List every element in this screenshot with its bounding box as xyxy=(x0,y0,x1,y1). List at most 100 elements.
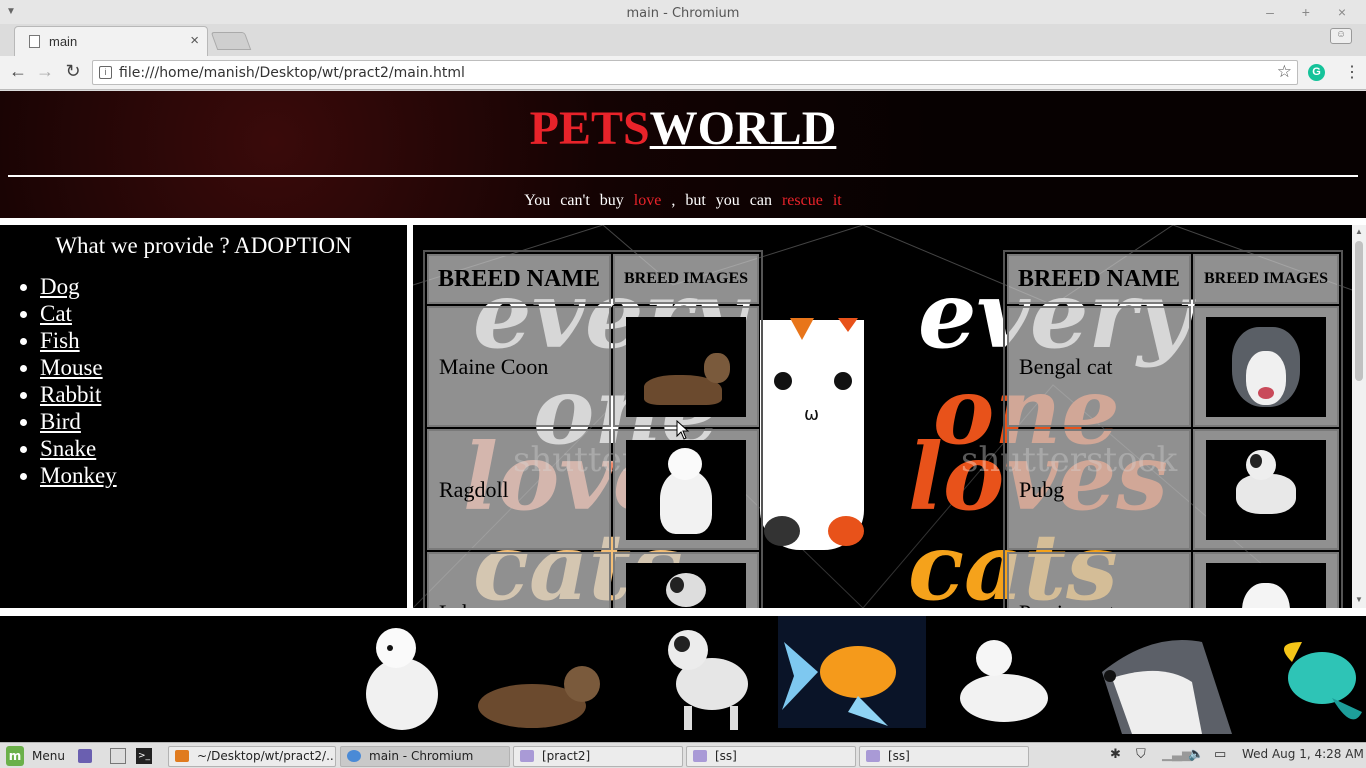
link-fish[interactable]: Fish xyxy=(40,328,80,353)
sidebar-menu: What we provide ? ADOPTION Dog Cat Fish … xyxy=(0,225,407,608)
breed-name: Pubg xyxy=(1007,429,1191,550)
battery-icon[interactable]: ▭ xyxy=(1214,747,1226,762)
mouse-cursor-icon xyxy=(676,420,690,440)
scroll-down-icon[interactable]: ▼ xyxy=(1355,595,1363,604)
back-arrow-icon[interactable]: ← xyxy=(7,61,29,82)
sidebar-title: What we provide ? ADOPTION xyxy=(55,233,352,258)
folder-icon xyxy=(693,750,707,762)
bookmark-star-icon[interactable]: ☆ xyxy=(1277,62,1292,82)
address-bar[interactable]: i file:///home/manish/Desktop/wt/pract2/… xyxy=(92,60,1298,85)
breed-name: Bengal cat xyxy=(1007,306,1191,427)
list-item: Dog xyxy=(40,273,117,300)
tab-main[interactable]: main × xyxy=(14,26,208,56)
scroll-up-icon[interactable]: ▲ xyxy=(1355,227,1363,236)
list-item: Cat xyxy=(40,300,117,327)
link-monkey[interactable]: Monkey xyxy=(40,463,117,488)
tab-strip: main × ☺ xyxy=(0,24,1366,56)
browser-menu-icon[interactable]: ⋮ xyxy=(1344,62,1360,82)
profile-icon[interactable]: ☺ xyxy=(1330,28,1352,44)
link-dog[interactable]: Dog xyxy=(40,274,80,299)
link-rabbit[interactable]: Rabbit xyxy=(40,382,101,407)
maine-coon-image xyxy=(626,316,746,417)
column-header-breed-name: BREED NAME xyxy=(427,254,611,304)
list-item: Snake xyxy=(40,435,117,462)
gallery-husky-image xyxy=(1102,640,1232,734)
breed-content: every one loves cats every one loves cat… xyxy=(413,225,1366,608)
info-icon[interactable]: i xyxy=(99,66,112,79)
gallery-goldfish-image xyxy=(778,616,926,728)
table-row: Persian cat xyxy=(1007,552,1339,608)
breed-name: Lab xyxy=(427,552,611,608)
grammarly-extension-icon[interactable]: G xyxy=(1308,64,1325,81)
cat-mascot-illustration: ω xyxy=(760,318,864,550)
tagline: You can't buy love , but you can rescue … xyxy=(0,192,1366,210)
scrollbar-thumb[interactable] xyxy=(1355,241,1363,381)
forward-arrow-icon[interactable]: → xyxy=(34,61,56,82)
tagline-part: You can't buy xyxy=(524,192,634,209)
spotted-puppy-image xyxy=(1206,439,1326,540)
tagline-highlight: rescue it xyxy=(781,192,842,209)
table-header-row: BREED NAME BREED IMAGES xyxy=(427,254,759,304)
list-item: Fish xyxy=(40,327,117,354)
link-cat[interactable]: Cat xyxy=(40,301,72,326)
reload-icon[interactable]: ↻ xyxy=(62,61,84,82)
tagline-highlight: love xyxy=(633,192,662,209)
gallery-white-cat-image xyxy=(960,640,1048,722)
table-header-row: BREED NAME BREED IMAGES xyxy=(1007,254,1339,304)
taskbar-window-folder[interactable]: [ss] xyxy=(686,746,856,767)
breed-table-right: BREED NAME BREED IMAGES Bengal cat Pubg xyxy=(1003,250,1343,608)
breed-image-cell xyxy=(1193,429,1339,550)
taskbar-window-label: ~/Desktop/wt/pract2/... xyxy=(197,749,336,763)
taskbar-window-terminal[interactable]: ~/Desktop/wt/pract2/... xyxy=(168,746,336,767)
tab-title: main xyxy=(49,34,78,49)
breed-image-cell xyxy=(1193,306,1339,427)
table-row: Bengal cat xyxy=(1007,306,1339,427)
shield-icon[interactable]: ⛉ xyxy=(1136,747,1146,762)
taskbar-window-label: [pract2] xyxy=(542,749,591,763)
chromium-icon xyxy=(347,750,361,762)
text-editor-icon xyxy=(175,750,189,762)
files-launcher-icon[interactable] xyxy=(78,749,92,763)
table-row: Lab xyxy=(427,552,759,608)
white-cat-image xyxy=(1206,562,1326,608)
list-item: Monkey xyxy=(40,462,117,489)
clock[interactable]: Wed Aug 1, 4:28 AM xyxy=(1242,747,1364,761)
menu-button[interactable]: Menu xyxy=(32,746,65,766)
breed-image-cell xyxy=(613,552,759,608)
list-item: Mouse xyxy=(40,354,117,381)
volume-icon[interactable]: 🔈 xyxy=(1188,747,1204,762)
breed-image-cell xyxy=(613,429,759,550)
breed-name: Ragdoll xyxy=(427,429,611,550)
link-mouse[interactable]: Mouse xyxy=(40,355,103,380)
bluetooth-icon[interactable]: ✱ xyxy=(1110,747,1121,762)
terminal-launcher-icon[interactable]: >_ xyxy=(136,748,152,764)
brand-pets: PETS xyxy=(529,102,650,155)
gallery-maine-coon-image xyxy=(478,666,600,728)
table-row: Pubg xyxy=(1007,429,1339,550)
page-scrollbar[interactable]: ▲ ▼ xyxy=(1352,225,1366,608)
web-page: PETSWORLD You can't buy love , but you c… xyxy=(0,91,1366,742)
show-desktop-icon[interactable] xyxy=(110,748,126,764)
taskbar-window-folder[interactable]: [pract2] xyxy=(513,746,683,767)
brand-world: WORLD xyxy=(649,102,837,155)
column-header-breed-name: BREED NAME xyxy=(1007,254,1191,304)
url-text[interactable]: file:///home/manish/Desktop/wt/pract2/ma… xyxy=(119,65,465,81)
taskbar-window-label: [ss] xyxy=(888,749,910,763)
breed-image-cell xyxy=(1193,552,1339,608)
folder-icon xyxy=(520,750,534,762)
link-bird[interactable]: Bird xyxy=(40,409,81,434)
mint-logo-icon[interactable]: m xyxy=(6,746,24,766)
pet-gallery xyxy=(0,616,1366,742)
list-item: Rabbit xyxy=(40,381,117,408)
adoption-list: Dog Cat Fish Mouse Rabbit Bird Snake Mon… xyxy=(40,273,117,489)
link-snake[interactable]: Snake xyxy=(40,436,96,461)
taskbar-window-folder[interactable]: [ss] xyxy=(859,746,1029,767)
new-tab-button[interactable] xyxy=(210,32,252,50)
tab-close-icon[interactable]: × xyxy=(190,32,199,49)
table-row: Ragdoll xyxy=(427,429,759,550)
taskbar-window-label: main - Chromium xyxy=(369,749,474,763)
husky-image xyxy=(1206,316,1326,417)
tagline-part: , but you can xyxy=(661,192,782,209)
taskbar-window-chromium[interactable]: main - Chromium xyxy=(340,746,510,767)
window-controls[interactable]: – + × xyxy=(1266,4,1358,20)
